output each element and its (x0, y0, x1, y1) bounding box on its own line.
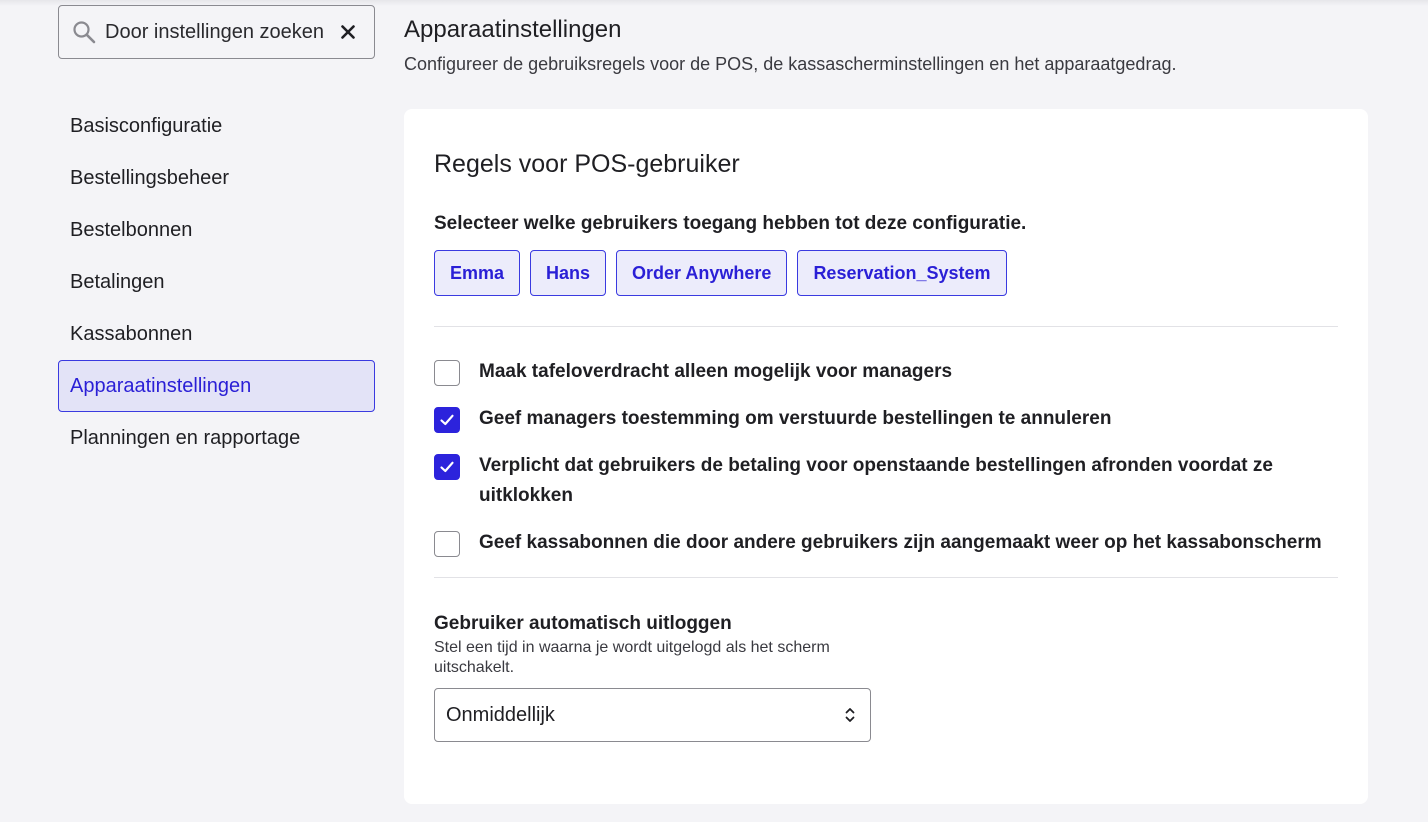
sidebar-item-kassabonnen[interactable]: Kassabonnen (58, 308, 375, 360)
option-show-other-users-receipts: Geef kassabonnen die door andere gebruik… (434, 530, 1338, 558)
auto-logout-description: Stel een tijd in waarna je wordt uitgelo… (434, 639, 830, 676)
user-chip-hans[interactable]: Hans (530, 250, 607, 296)
page-title: Apparaatinstellingen (404, 16, 622, 43)
auto-logout-title: Gebruiker automatisch uitloggen (434, 613, 732, 634)
check-icon (440, 461, 454, 473)
auto-logout-selected-value: Onmiddellijk (446, 703, 555, 726)
user-chip-order-anywhere[interactable]: Order Anywhere (616, 250, 788, 296)
chevron-up-down-icon (845, 708, 855, 722)
user-chip-emma[interactable]: Emma (434, 250, 521, 296)
sidebar-item-planningen-en-rapportage[interactable]: Planningen en rapportage (58, 412, 375, 464)
divider (434, 326, 1338, 327)
pos-user-rules-card: Regels voor POS-gebruiker Selecteer welk… (404, 109, 1368, 804)
auto-logout-select[interactable]: Onmiddellijk (434, 688, 871, 742)
option-label: Geef managers toestemming om verstuurde … (479, 408, 1112, 429)
sidebar-item-bestellingsbeheer[interactable]: Bestellingsbeheer (58, 152, 375, 204)
settings-sidebar: Basisconfiguratie Bestellingsbeheer Best… (58, 5, 375, 464)
option-pay-before-clockout: Verplicht dat gebruikers de betaling voo… (434, 453, 1338, 511)
card-title: Regels voor POS-gebruiker (434, 150, 740, 178)
sidebar-item-bestelbonnen[interactable]: Bestelbonnen (58, 204, 375, 256)
search-icon (71, 19, 97, 45)
checkbox-managers-cancel-orders[interactable] (434, 407, 460, 433)
checkbox-table-transfer-managers[interactable] (434, 360, 460, 386)
checkbox-show-other-users-receipts[interactable] (434, 531, 460, 557)
sidebar-item-basisconfiguratie[interactable]: Basisconfiguratie (58, 100, 375, 152)
sidebar-item-apparaatinstellingen[interactable]: Apparaatinstellingen (58, 360, 375, 412)
users-label: Selecteer welke gebruikers toegang hebbe… (434, 213, 1027, 234)
option-label: Verplicht dat gebruikers de betaling voo… (479, 455, 1273, 506)
settings-nav: Basisconfiguratie Bestellingsbeheer Best… (58, 100, 375, 464)
option-label: Maak tafeloverdracht alleen mogelijk voo… (479, 361, 953, 382)
search-box[interactable] (58, 5, 375, 59)
option-managers-cancel-orders: Geef managers toestemming om verstuurde … (434, 406, 1338, 434)
rule-options: Maak tafeloverdracht alleen mogelijk voo… (434, 359, 1338, 558)
divider (434, 577, 1338, 578)
option-table-transfer-managers: Maak tafeloverdracht alleen mogelijk voo… (434, 359, 1338, 387)
page-header: Apparaatinstellingen Configureer de gebr… (404, 14, 1368, 76)
checkbox-pay-before-clockout[interactable] (434, 454, 460, 480)
user-chips: Emma Hans Order Anywhere Reservation_Sys… (434, 250, 1338, 296)
user-chip-reservation-system[interactable]: Reservation_System (797, 250, 1007, 296)
option-label: Geef kassabonnen die door andere gebruik… (479, 532, 1322, 553)
search-input[interactable] (105, 20, 336, 44)
check-icon (440, 414, 454, 426)
page-subtitle: Configureer de gebruiksregels voor de PO… (404, 54, 1177, 74)
close-icon[interactable] (336, 20, 360, 44)
sidebar-item-betalingen[interactable]: Betalingen (58, 256, 375, 308)
